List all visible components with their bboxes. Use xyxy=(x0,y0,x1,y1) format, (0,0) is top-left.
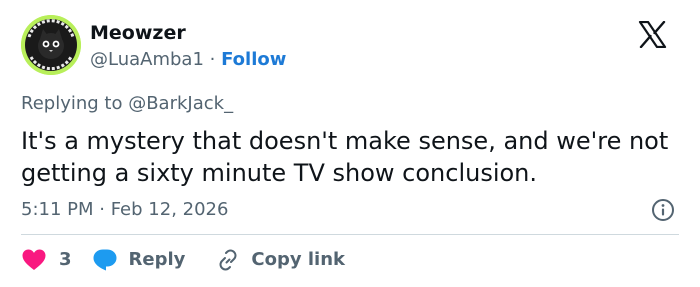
like-count: 3 xyxy=(59,249,72,270)
action-bar: 3 Reply Copy link xyxy=(21,245,345,275)
speech-bubble-icon xyxy=(93,249,117,271)
reply-button[interactable]: Reply xyxy=(92,248,186,272)
replying-to: Replying to @BarkJack_ xyxy=(21,92,233,116)
heart-icon xyxy=(22,249,46,270)
author-handle[interactable]: @LuaAmba1 xyxy=(90,49,204,70)
author-handle-row: @LuaAmba1 · Follow xyxy=(90,48,286,72)
copy-link-button[interactable]: Copy link xyxy=(215,248,345,272)
replying-to-prefix: Replying to xyxy=(21,93,129,114)
x-logo-icon[interactable] xyxy=(638,21,667,48)
divider xyxy=(21,234,679,235)
copy-link-label: Copy link xyxy=(251,249,345,270)
display-name[interactable]: Meowzer xyxy=(90,21,186,45)
avatar[interactable] xyxy=(21,15,81,75)
tweet-timestamp[interactable]: 5:11 PM · Feb 12, 2026 xyxy=(21,198,228,222)
link-icon xyxy=(219,249,237,271)
separator-dot: · xyxy=(209,49,216,70)
replying-to-mention[interactable]: @BarkJack_ xyxy=(128,93,233,114)
info-icon[interactable] xyxy=(651,198,675,222)
like-button[interactable]: 3 xyxy=(21,248,72,272)
follow-button[interactable]: Follow xyxy=(221,49,286,70)
cat-logo-icon xyxy=(21,15,81,75)
tweet-text: It's a mystery that doesn't make sense, … xyxy=(21,127,669,187)
reply-label: Reply xyxy=(128,249,186,270)
